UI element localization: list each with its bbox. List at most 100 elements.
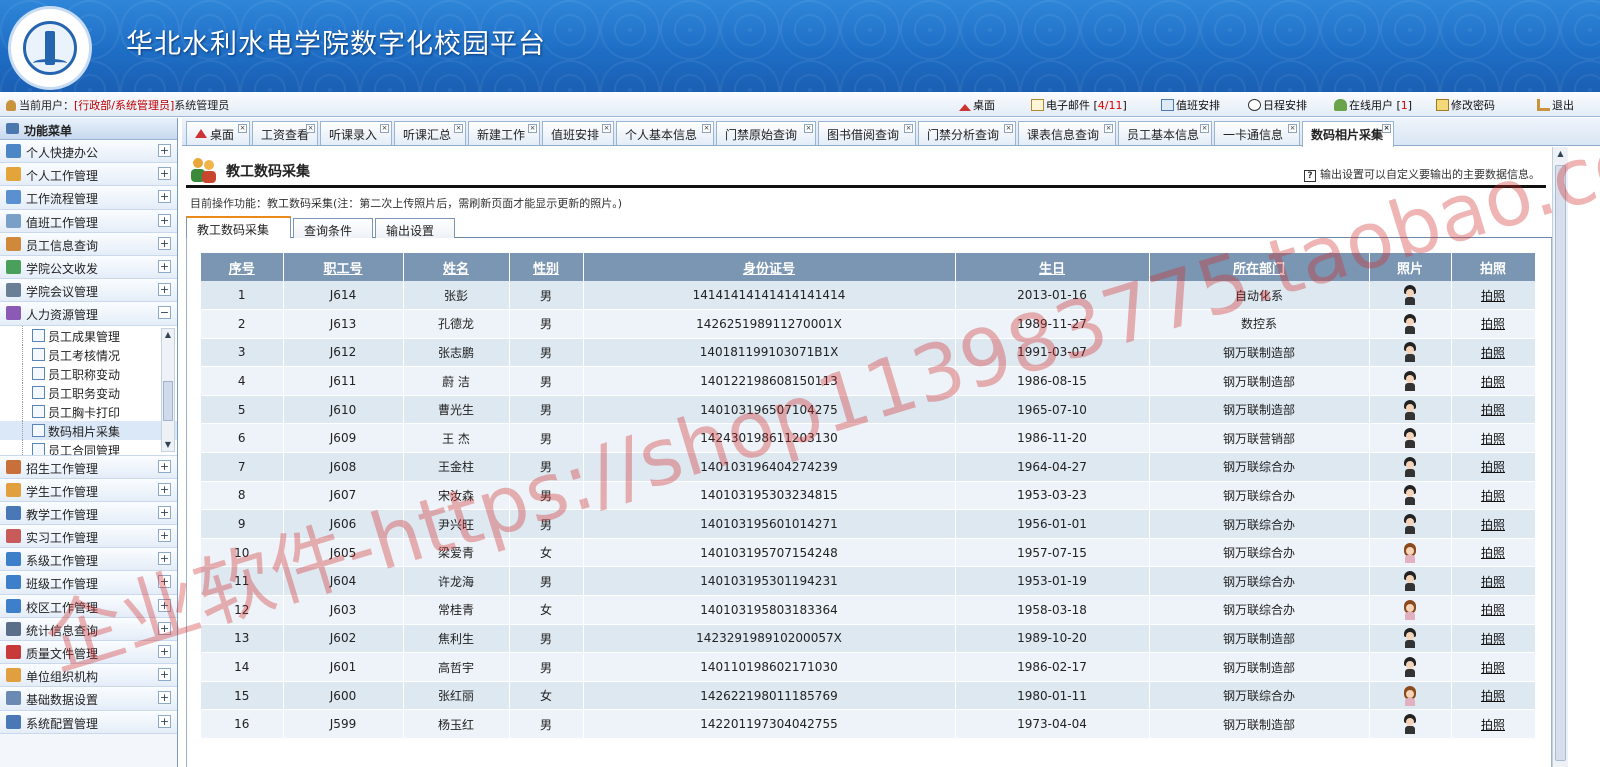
close-tab-icon[interactable]: × (238, 124, 247, 133)
expand-icon[interactable]: + (158, 668, 171, 682)
expand-icon[interactable]: + (158, 552, 171, 566)
schedule-link[interactable]: 日程安排 (1248, 97, 1307, 113)
column-header[interactable]: 职工号 (283, 253, 404, 281)
column-header[interactable]: 序号 (201, 253, 284, 281)
expand-icon[interactable]: + (158, 691, 171, 705)
sidebar-item[interactable]: 员工信息查询 + (0, 232, 177, 256)
take-photo-link[interactable]: 拍照 (1481, 460, 1505, 474)
avatar[interactable] (1404, 342, 1416, 363)
table-row[interactable]: 3 J612 张志鹏男 140181199103071B1X 1991-03-07 钢万联… (201, 338, 1536, 368)
scroll-down-icon[interactable]: ▼ (163, 440, 173, 450)
close-tab-icon[interactable]: × (1382, 124, 1391, 133)
table-row[interactable]: 15 J600 张红丽女 142622198011185769 1980-01-11 钢万… (201, 681, 1536, 711)
take-photo-link[interactable]: 拍照 (1481, 403, 1505, 417)
take-photo-link[interactable]: 拍照 (1481, 575, 1505, 589)
avatar[interactable] (1404, 628, 1416, 649)
tab[interactable]: 桌面 × (186, 121, 250, 145)
avatar[interactable] (1404, 714, 1416, 735)
table-row[interactable]: 6 J609 王 杰男 142430198611203130 1986-11-20 钢万联… (201, 423, 1536, 454)
tab[interactable]: 门禁原始查询 × (716, 121, 816, 145)
avatar[interactable] (1404, 657, 1416, 678)
collapse-icon[interactable]: − (158, 306, 171, 320)
expand-icon[interactable]: + (158, 144, 171, 157)
close-tab-icon[interactable]: × (1104, 124, 1113, 133)
sidebar-item[interactable]: 人力资源管理 − (0, 302, 177, 326)
email-link[interactable]: 电子邮件 [4/11] (1031, 97, 1127, 113)
close-tab-icon[interactable]: × (528, 124, 537, 133)
submenu-item[interactable]: 员工胸卡打印 (0, 401, 177, 421)
expand-icon[interactable]: + (158, 213, 171, 227)
table-row[interactable]: 4 J611 蔚 洁男 140122198608150113 1986-08-15 钢万联… (201, 366, 1536, 396)
sidebar-item[interactable]: 个人快捷办公 + (0, 140, 177, 164)
close-tab-icon[interactable]: × (1004, 124, 1013, 133)
table-row[interactable]: 8 J607 宋汝森男 140103195303234815 1953-03-23 钢万联… (201, 481, 1536, 511)
tab[interactable]: 听课录入 × (320, 121, 392, 145)
content-scroll-thumb[interactable] (1555, 165, 1566, 761)
sidebar-item[interactable]: 个人工作管理 + (0, 163, 177, 187)
close-tab-icon[interactable]: × (904, 124, 913, 133)
avatar[interactable] (1404, 285, 1416, 306)
table-row[interactable]: 7 J608 王金柱男 140103196404274239 1964-04-27 钢万联… (201, 452, 1536, 482)
expand-icon[interactable]: + (158, 236, 171, 250)
tab[interactable]: 门禁分析查询 × (918, 121, 1016, 145)
tab[interactable]: 值班安排 × (542, 121, 614, 145)
take-photo-link[interactable]: 拍照 (1481, 689, 1505, 703)
sidebar-item[interactable]: 工作流程管理 + (0, 186, 177, 210)
sidebar-item[interactable]: 学生工作管理 + (0, 478, 177, 502)
sidebar-item[interactable]: 实习工作管理 + (0, 525, 177, 549)
tab[interactable]: 图书借阅查询 × (818, 121, 916, 145)
close-tab-icon[interactable]: × (1288, 124, 1297, 133)
avatar[interactable] (1404, 542, 1416, 563)
avatar[interactable] (1404, 599, 1416, 620)
sidebar-item[interactable]: 统计信息查询 + (0, 617, 177, 641)
subtab-staff-photo[interactable]: 教工数码采集 (186, 216, 291, 238)
tab[interactable]: 课表信息查询 × (1018, 121, 1116, 145)
take-photo-link[interactable]: 拍照 (1481, 317, 1505, 331)
tab[interactable]: 个人基本信息 × (616, 121, 714, 145)
avatar[interactable] (1404, 313, 1416, 334)
sidebar-item[interactable]: 学院会议管理 + (0, 279, 177, 303)
expand-icon[interactable]: + (158, 529, 171, 543)
avatar[interactable] (1404, 685, 1416, 706)
table-row[interactable]: 5 J610 曹光生男 140103196507104275 1965-07-10 钢万联… (201, 395, 1536, 425)
close-tab-icon[interactable]: × (454, 124, 463, 133)
avatar[interactable] (1404, 485, 1416, 506)
submenu-item[interactable]: 员工职务变动 (0, 382, 177, 402)
close-tab-icon[interactable]: × (804, 124, 813, 133)
column-header[interactable]: 所在部门 (1149, 253, 1370, 281)
sidebar-item[interactable]: 学院公文收发 + (0, 255, 177, 280)
close-tab-icon[interactable]: × (306, 124, 315, 133)
submenu-item[interactable]: 员工合同管理 (0, 439, 177, 455)
take-photo-link[interactable]: 拍照 (1481, 718, 1505, 732)
table-row[interactable]: 16 J599 杨玉红男 142201197304042755 1973-04-04 钢万… (201, 709, 1536, 739)
avatar[interactable] (1404, 371, 1416, 392)
table-row[interactable]: 10 J605 梁爱青女 140103195707154248 1957-07-15 钢万… (201, 538, 1536, 568)
submenu-item[interactable]: 数码相片采集 (0, 420, 177, 440)
submenu-item[interactable]: 员工职称变动 (0, 363, 177, 383)
expand-icon[interactable]: + (158, 505, 171, 519)
table-row[interactable]: 13 J602 焦利生男 142329198910200057X 1989-10-20 钢… (201, 624, 1536, 654)
logout-link[interactable]: 退出 (1537, 97, 1574, 113)
table-row[interactable]: 11 J604 许龙海男 140103195301194231 1953-01-19 钢万… (201, 566, 1536, 597)
sidebar-item[interactable]: 教学工作管理 + (0, 501, 177, 526)
tab[interactable]: 工资查看 × (252, 121, 318, 145)
subtab-query-conditions[interactable]: 查询条件 (293, 218, 373, 238)
tab[interactable]: 听课汇总 × (394, 121, 466, 145)
take-photo-link[interactable]: 拍照 (1481, 661, 1505, 675)
close-tab-icon[interactable]: × (1200, 124, 1209, 133)
submenu-item[interactable]: 员工考核情况 (0, 344, 177, 364)
expand-icon[interactable]: + (158, 575, 171, 589)
desktop-link[interactable]: 桌面 (959, 97, 995, 113)
column-header[interactable]: 姓名 (403, 253, 510, 281)
table-row[interactable]: 14 J601 高哲宇男 140110198602171030 1986-02-17 钢万… (201, 652, 1536, 682)
expand-icon[interactable]: + (158, 459, 171, 473)
avatar[interactable] (1404, 571, 1416, 592)
submenu-item[interactable]: 员工成果管理 (0, 325, 177, 345)
close-tab-icon[interactable]: × (380, 124, 389, 133)
avatar[interactable] (1404, 514, 1416, 535)
take-photo-link[interactable]: 拍照 (1481, 603, 1505, 617)
avatar[interactable] (1404, 428, 1416, 449)
tab[interactable]: 新建工作 × (468, 121, 540, 145)
avatar[interactable] (1404, 399, 1416, 420)
content-scrollbar[interactable]: ▲ (1552, 147, 1568, 767)
